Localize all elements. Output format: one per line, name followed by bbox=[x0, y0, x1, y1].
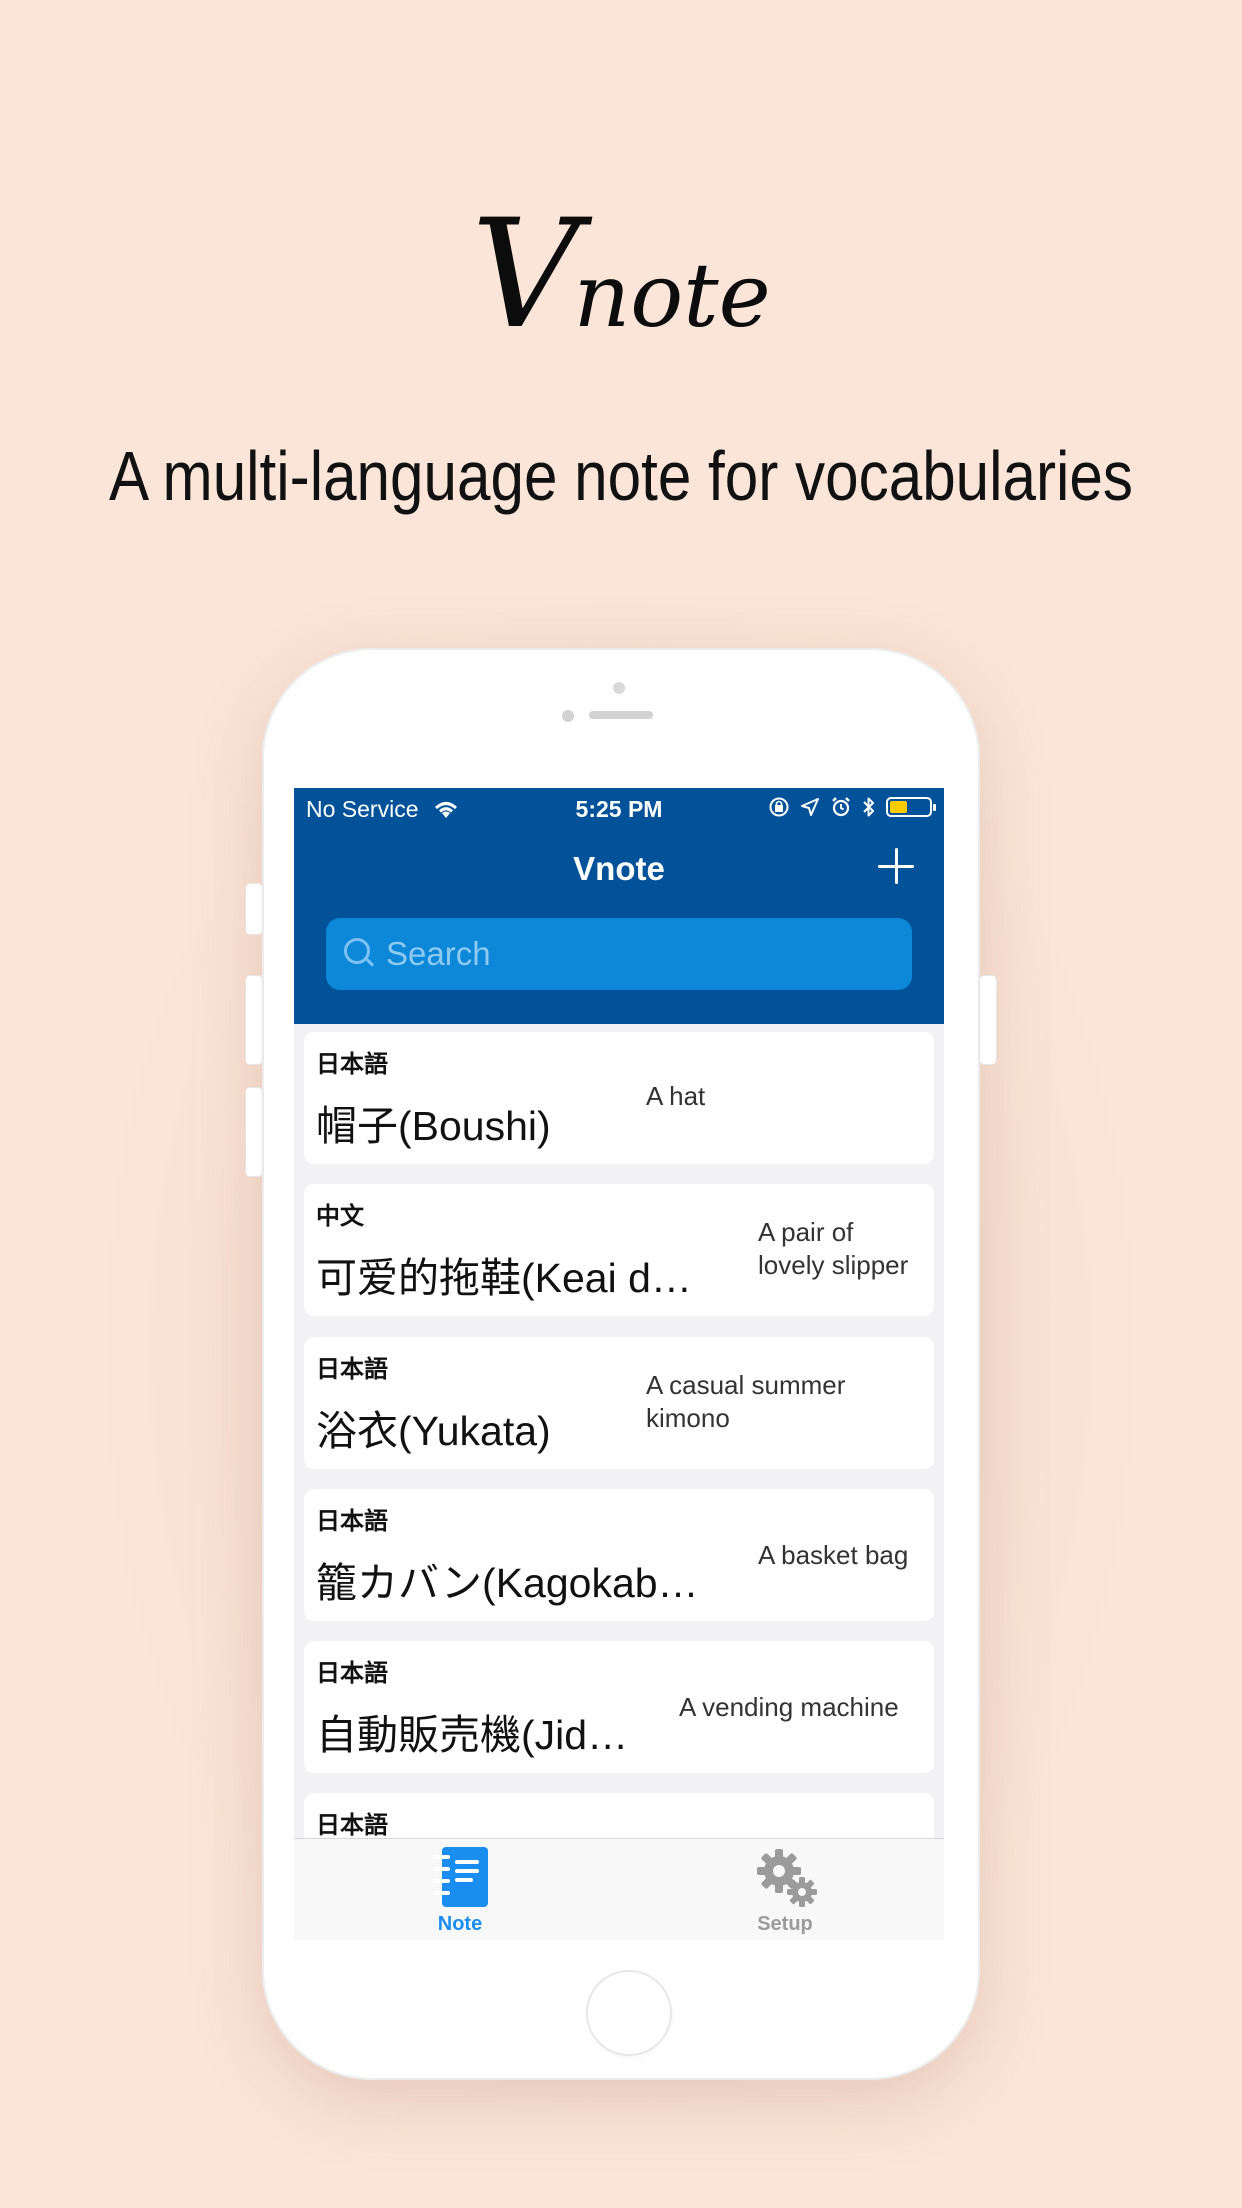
note-word: 可爱的拖鞋(Keai d… bbox=[316, 1255, 692, 1301]
tagline: A multi-language note for vocabularies bbox=[108, 437, 1134, 515]
note-language: 日本語 bbox=[316, 1812, 388, 1839]
note-row[interactable]: 日本語 浴衣(Yukata) A casual summer kimono bbox=[304, 1337, 934, 1469]
note-row[interactable]: 日本語 籠カバン(Kagokab… A basket bag bbox=[304, 1489, 934, 1621]
home-button[interactable] bbox=[588, 1972, 670, 2054]
note-meaning: A basket bag bbox=[758, 1540, 909, 1570]
tab-bar: Note Setup bbox=[294, 1838, 944, 1940]
note-word: 浴衣(Yukata) bbox=[316, 1408, 551, 1454]
note-word: 自動販売機(Jid… bbox=[316, 1712, 629, 1758]
note-row[interactable]: 中文 可爱的拖鞋(Keai d… A pair of lovely slippe… bbox=[304, 1184, 934, 1316]
note-meaning: A vending machine bbox=[679, 1692, 899, 1722]
location-arrow-icon bbox=[801, 798, 819, 816]
mute-switch bbox=[246, 884, 262, 934]
tab-setup-label: Setup bbox=[757, 1913, 813, 1935]
battery-level bbox=[890, 801, 907, 813]
note-language: 中文 bbox=[316, 1203, 364, 1230]
logo-letter-v: V bbox=[471, 188, 580, 362]
power-button bbox=[980, 976, 996, 1064]
front-sensor bbox=[613, 682, 625, 694]
note-language: 日本語 bbox=[316, 1660, 388, 1687]
note-language: 日本語 bbox=[316, 1508, 388, 1535]
tab-setup[interactable]: Setup bbox=[725, 1847, 845, 1936]
note-word: 籠カバン(Kagokab… bbox=[316, 1560, 699, 1606]
note-language: 日本語 bbox=[316, 1356, 388, 1383]
promo-card: Vnote A multi-language note for vocabula… bbox=[0, 0, 1242, 2208]
status-bar: No Service 5:25 PM bbox=[294, 788, 944, 828]
volume-up-button bbox=[246, 976, 262, 1064]
app-header: No Service 5:25 PM Vnote Search bbox=[294, 788, 944, 1024]
app-logo: Vnote bbox=[0, 200, 1242, 360]
search-icon bbox=[342, 936, 378, 972]
search-input[interactable] bbox=[384, 934, 888, 974]
note-meaning: A casual summer kimono bbox=[646, 1370, 846, 1433]
note-row[interactable]: 日本語 自動販売機(Jid… A vending machine bbox=[304, 1641, 934, 1773]
logo-text: note bbox=[573, 244, 771, 347]
add-note-button[interactable] bbox=[876, 846, 916, 886]
notebook-icon bbox=[430, 1847, 490, 1907]
earpiece-speaker bbox=[589, 711, 653, 719]
alarm-icon bbox=[832, 797, 850, 817]
nav-title: Vnote bbox=[573, 850, 665, 887]
note-row[interactable]: 日本語 帽子(Boushi) A hat bbox=[304, 1032, 934, 1164]
volume-down-button bbox=[246, 1088, 262, 1176]
note-word: 帽子(Boushi) bbox=[316, 1103, 551, 1149]
battery-icon bbox=[886, 797, 936, 817]
status-right bbox=[768, 796, 936, 818]
app-screen: No Service 5:25 PM Vnote Search 日本語 帽子(B… bbox=[294, 788, 944, 1940]
note-meaning: A pair of lovely slipper bbox=[758, 1217, 909, 1280]
search-bar[interactable] bbox=[326, 918, 912, 990]
phone-mockup: No Service 5:25 PM Vnote Search 日本語 帽子(B… bbox=[246, 648, 996, 2080]
tab-note[interactable]: Note bbox=[400, 1847, 520, 1936]
bluetooth-icon bbox=[863, 797, 874, 817]
orientation-lock-icon bbox=[769, 797, 789, 817]
note-language: 日本語 bbox=[316, 1051, 388, 1078]
tab-note-label: Note bbox=[437, 1913, 483, 1935]
gears-icon bbox=[755, 1847, 817, 1907]
note-meaning: A hat bbox=[646, 1081, 706, 1111]
front-camera bbox=[562, 710, 574, 722]
